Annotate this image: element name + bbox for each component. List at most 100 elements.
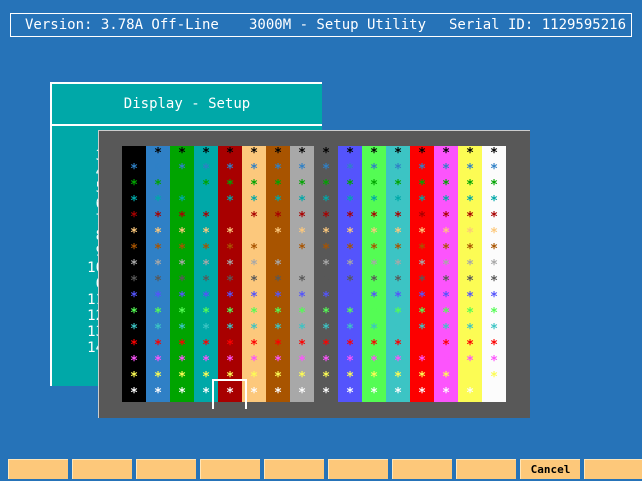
color-cell[interactable]: * [266, 274, 290, 290]
color-cell[interactable]: * [242, 354, 266, 370]
color-cell[interactable]: * [242, 370, 266, 386]
color-cell[interactable]: * [218, 322, 242, 338]
color-cell[interactable]: * [290, 178, 314, 194]
color-cell[interactable]: * [386, 290, 410, 306]
color-cell[interactable]: * [266, 338, 290, 354]
color-cell[interactable]: * [242, 386, 266, 402]
color-cell[interactable]: * [410, 306, 434, 322]
color-cell[interactable]: * [218, 306, 242, 322]
color-cell[interactable]: * [458, 306, 482, 322]
color-cell[interactable]: * [362, 194, 386, 210]
color-cell[interactable]: * [266, 194, 290, 210]
color-cell[interactable]: * [482, 306, 506, 322]
color-cell[interactable]: * [458, 322, 482, 338]
color-cell[interactable]: * [170, 162, 194, 178]
color-cell[interactable]: * [290, 162, 314, 178]
color-cell[interactable]: * [362, 210, 386, 226]
color-cell[interactable]: * [122, 210, 146, 226]
color-cell[interactable]: * [290, 338, 314, 354]
color-cell[interactable]: * [194, 322, 218, 338]
color-cell[interactable]: * [266, 290, 290, 306]
color-cell[interactable]: * [170, 226, 194, 242]
color-cell[interactable]: * [218, 162, 242, 178]
color-cell[interactable]: * [266, 162, 290, 178]
color-cell[interactable]: * [386, 242, 410, 258]
color-cell[interactable]: * [314, 386, 338, 402]
function-key-button[interactable] [72, 459, 132, 479]
color-cell[interactable]: * [266, 354, 290, 370]
color-cell[interactable]: * [218, 210, 242, 226]
color-cell[interactable]: * [242, 194, 266, 210]
color-cell[interactable]: * [218, 290, 242, 306]
color-cell[interactable]: * [410, 258, 434, 274]
color-cell[interactable]: * [194, 178, 218, 194]
color-cell[interactable]: * [194, 242, 218, 258]
color-cell[interactable]: * [122, 258, 146, 274]
color-cell[interactable]: * [314, 194, 338, 210]
color-cell[interactable]: * [434, 210, 458, 226]
color-cell[interactable]: * [314, 338, 338, 354]
color-cell[interactable]: * [146, 258, 170, 274]
color-cell[interactable]: * [290, 210, 314, 226]
color-cell[interactable]: * [362, 306, 386, 322]
color-cell[interactable]: * [482, 338, 506, 354]
color-cell[interactable]: * [362, 242, 386, 258]
color-cell[interactable]: * [266, 386, 290, 402]
color-cell[interactable]: * [146, 338, 170, 354]
color-cell[interactable]: * [122, 370, 146, 386]
color-cell[interactable]: * [170, 210, 194, 226]
color-cell[interactable]: * [170, 322, 194, 338]
color-cell[interactable]: * [386, 306, 410, 322]
color-cell[interactable]: * [194, 146, 218, 162]
color-cell[interactable]: * [338, 258, 362, 274]
color-cell[interactable]: * [482, 370, 506, 386]
color-cell[interactable]: * [482, 258, 506, 274]
color-cell[interactable]: * [338, 290, 362, 306]
function-key-button[interactable] [456, 459, 516, 479]
color-cell[interactable]: * [314, 354, 338, 370]
color-cell[interactable]: * [170, 290, 194, 306]
color-cell[interactable]: * [194, 370, 218, 386]
color-cell[interactable]: * [266, 306, 290, 322]
color-cell[interactable]: * [146, 210, 170, 226]
color-cell[interactable]: * [338, 386, 362, 402]
color-cell[interactable]: * [122, 274, 146, 290]
color-cell[interactable]: * [458, 258, 482, 274]
color-cell[interactable]: * [290, 354, 314, 370]
color-cell[interactable]: * [146, 146, 170, 162]
color-cell[interactable]: * [482, 274, 506, 290]
color-cell[interactable]: * [314, 290, 338, 306]
color-cell[interactable]: * [122, 322, 146, 338]
color-cell[interactable]: * [290, 306, 314, 322]
color-cell[interactable]: * [242, 146, 266, 162]
color-cell[interactable]: * [338, 338, 362, 354]
color-cell[interactable]: * [146, 242, 170, 258]
color-cell[interactable]: * [194, 226, 218, 242]
color-cell[interactable]: * [458, 370, 482, 386]
color-cell[interactable]: * [434, 354, 458, 370]
color-cell[interactable]: * [362, 370, 386, 386]
color-cell[interactable]: * [458, 274, 482, 290]
color-cell[interactable]: * [410, 194, 434, 210]
color-cell[interactable]: * [290, 146, 314, 162]
color-cell[interactable]: * [146, 274, 170, 290]
color-cell[interactable]: * [218, 274, 242, 290]
function-key-button[interactable] [328, 459, 388, 479]
color-cell[interactable]: * [170, 242, 194, 258]
color-cell[interactable]: * [170, 274, 194, 290]
color-cell[interactable]: * [338, 370, 362, 386]
color-cell[interactable]: * [242, 242, 266, 258]
color-cell[interactable]: * [362, 338, 386, 354]
color-cell[interactable]: * [458, 146, 482, 162]
color-cell[interactable]: * [146, 370, 170, 386]
color-cell[interactable]: * [170, 146, 194, 162]
color-cell[interactable]: * [266, 242, 290, 258]
color-cell[interactable]: * [194, 258, 218, 274]
color-cell[interactable]: * [434, 290, 458, 306]
color-cell[interactable]: * [170, 354, 194, 370]
color-cell[interactable]: * [218, 178, 242, 194]
color-cell[interactable]: * [122, 354, 146, 370]
color-cell[interactable]: * [146, 178, 170, 194]
color-cell[interactable]: * [410, 386, 434, 402]
color-cell[interactable]: * [434, 258, 458, 274]
